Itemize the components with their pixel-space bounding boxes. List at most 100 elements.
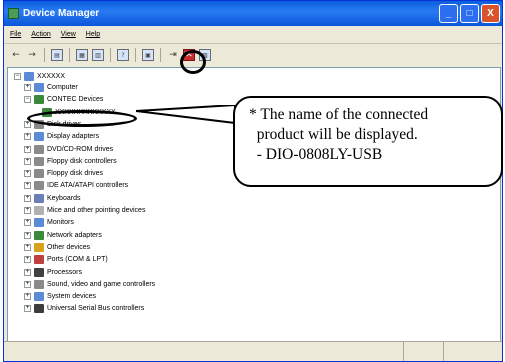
- status-cell: [404, 342, 444, 361]
- device-category[interactable]: + Other devices: [24, 242, 90, 253]
- device-icon: [34, 292, 44, 302]
- update-driver-icon[interactable]: ⇥: [167, 49, 179, 61]
- menu-view[interactable]: View: [61, 31, 76, 38]
- view-icon[interactable]: ▤: [51, 49, 63, 61]
- device-label: System devices: [47, 293, 97, 301]
- device-highlight-oval: [27, 110, 137, 127]
- expand-icon[interactable]: +: [24, 133, 31, 141]
- callout-text: * The name of the connected product will…: [249, 105, 428, 165]
- device-icon: [34, 267, 44, 277]
- device-icon: [34, 193, 44, 203]
- device-label: Mice and other pointing devices: [47, 207, 146, 214]
- device-category[interactable]: + Ports (COM & LPT): [24, 254, 108, 265]
- device-category[interactable]: + Universal Serial Bus controllers: [24, 303, 144, 314]
- device-category[interactable]: + Mice and other pointing devices: [24, 205, 145, 216]
- device-label: Ports (COM & LPT): [47, 256, 108, 264]
- device-icon: [34, 144, 44, 154]
- device-icon: [34, 169, 44, 179]
- device-icon: [34, 230, 44, 240]
- tree-root[interactable]: − XXXXXX: [14, 71, 65, 82]
- device-icon: [34, 132, 44, 142]
- device-category[interactable]: + Keyboards: [24, 193, 80, 204]
- uninstall-highlight-circle: [180, 50, 206, 74]
- device-label: Computer: [47, 84, 78, 91]
- expand-icon[interactable]: +: [24, 84, 31, 91]
- back-arrow-icon[interactable]: ←: [10, 49, 22, 61]
- device-label: DVD/CD-ROM drives: [47, 145, 114, 153]
- device-category[interactable]: + Display adapters: [24, 131, 99, 142]
- device-icon: [34, 304, 44, 314]
- device-label: IDE ATA/ATAPI controllers: [47, 182, 129, 190]
- device-label: Other devices: [47, 243, 91, 251]
- device-icon: [34, 83, 44, 92]
- device-category[interactable]: + Computer: [24, 82, 78, 93]
- properties-icon[interactable]: ▦: [76, 49, 88, 61]
- device-label: Processors: [47, 268, 83, 276]
- expand-icon[interactable]: +: [24, 219, 31, 227]
- device-category[interactable]: + Processors: [24, 267, 82, 278]
- tree-root-label: XXXXXX: [37, 73, 66, 80]
- expand-icon[interactable]: +: [24, 256, 31, 264]
- help-icon[interactable]: ?: [117, 49, 129, 61]
- status-cell: [4, 342, 404, 361]
- toolbar-separator: [44, 48, 45, 62]
- forward-arrow-icon[interactable]: →: [26, 49, 38, 61]
- minimize-button[interactable]: _: [439, 4, 458, 23]
- device-category[interactable]: + Sound, video and game controllers: [24, 279, 155, 290]
- expand-icon[interactable]: +: [24, 207, 31, 214]
- device-category[interactable]: + Monitors: [24, 217, 74, 228]
- expand-icon[interactable]: +: [24, 268, 31, 276]
- computer-icon: [24, 72, 34, 81]
- status-bar: [4, 341, 502, 361]
- callout-line-1: * The name of the connected: [249, 106, 429, 123]
- expand-icon[interactable]: +: [24, 120, 31, 128]
- device-label: Sound, video and game controllers: [47, 280, 156, 288]
- device-label: Display adapters: [47, 133, 100, 141]
- device-label: Floppy disk drives: [47, 170, 104, 178]
- device-label: CONTEC Devices: [47, 96, 104, 104]
- device-manager-icon: [8, 8, 19, 19]
- device-icon: [34, 156, 44, 166]
- expand-icon[interactable]: +: [24, 280, 31, 288]
- print-icon[interactable]: ▥: [92, 49, 104, 61]
- device-icon: [34, 95, 44, 105]
- collapse-icon[interactable]: −: [24, 96, 31, 104]
- device-category[interactable]: + DVD/CD-ROM drives: [24, 144, 113, 155]
- device-label: Network adapters: [47, 231, 102, 239]
- expand-icon[interactable]: +: [24, 170, 31, 178]
- menu-file[interactable]: File: [10, 31, 21, 38]
- expand-icon[interactable]: +: [24, 243, 31, 251]
- menu-help[interactable]: Help: [86, 31, 100, 38]
- device-icon: [34, 242, 44, 252]
- device-category[interactable]: + Network adapters: [24, 230, 102, 241]
- device-icon: [34, 218, 44, 228]
- expand-icon[interactable]: +: [24, 194, 31, 202]
- device-icon: [34, 255, 44, 265]
- expand-icon[interactable]: +: [24, 231, 31, 239]
- expand-icon[interactable]: +: [24, 293, 31, 301]
- expand-icon[interactable]: +: [24, 145, 31, 153]
- device-category[interactable]: + System devices: [24, 291, 96, 302]
- device-label: Keyboards: [47, 194, 81, 202]
- maximize-button[interactable]: □: [460, 4, 479, 23]
- window-controls: _ □ X: [439, 4, 500, 23]
- menu-action[interactable]: Action: [31, 31, 50, 38]
- callout-line-3: - DIO-0808LY-USB: [249, 146, 383, 163]
- device-category[interactable]: − CONTEC Devices: [24, 94, 103, 105]
- collapse-icon[interactable]: −: [14, 73, 21, 80]
- toolbar-separator: [110, 48, 111, 62]
- expand-icon[interactable]: +: [24, 182, 31, 190]
- device-category[interactable]: + Floppy disk drives: [24, 168, 103, 179]
- toolbar-separator: [135, 48, 136, 62]
- expand-icon[interactable]: +: [24, 305, 31, 313]
- device-category[interactable]: + IDE ATA/ATAPI controllers: [24, 180, 128, 191]
- toolbar-separator: [69, 48, 70, 62]
- device-category[interactable]: + Floppy disk controllers: [24, 156, 117, 167]
- scan-hardware-icon[interactable]: ▣: [142, 49, 154, 61]
- expand-icon[interactable]: +: [24, 157, 31, 165]
- close-button[interactable]: X: [481, 4, 500, 23]
- device-icon: [34, 206, 44, 215]
- device-label: Floppy disk controllers: [47, 157, 117, 165]
- device-icon: [34, 279, 44, 289]
- device-label: Universal Serial Bus controllers: [47, 305, 145, 313]
